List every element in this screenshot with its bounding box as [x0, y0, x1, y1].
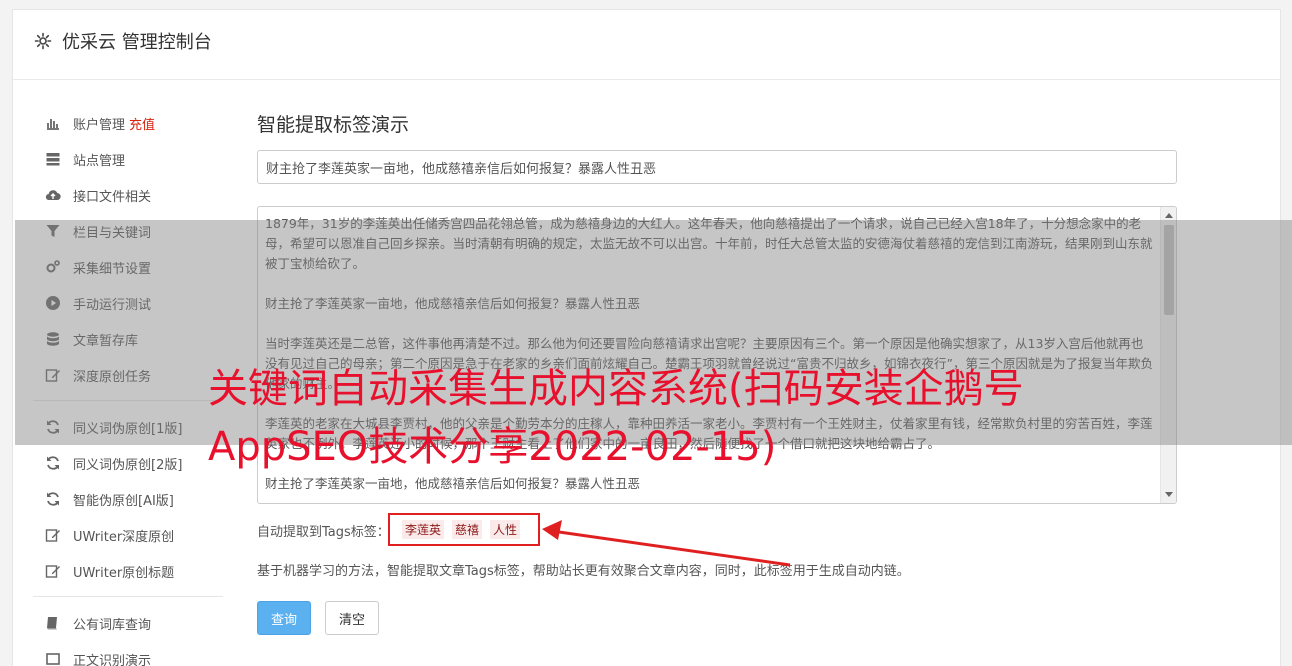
sidebar-item-ai-pseudo[interactable]: 智能伪原创[AI版]	[33, 481, 223, 517]
scroll-down-arrow-icon[interactable]	[1165, 492, 1173, 497]
scroll-up-arrow-icon[interactable]	[1165, 213, 1173, 218]
sidebar-item-label: UWriter深度原创	[73, 529, 175, 545]
book-icon	[44, 615, 62, 631]
sidebar-item-label: 公有词库查询	[73, 617, 152, 633]
section-heading: 智能提取标签演示	[257, 114, 410, 136]
feature-description: 基于机器学习的方法，智能提取文章Tags标签，帮助站长更有效聚合文章内容，同时，…	[257, 564, 910, 579]
sidebar-item-public-lexicon[interactable]: 公有词库查询	[33, 605, 223, 641]
sidebar-item-sites[interactable]: 站点管理	[33, 141, 223, 177]
tag-chip[interactable]: 李莲英	[402, 520, 445, 539]
bar-chart-icon	[44, 115, 62, 131]
main-content: 智能提取标签演示 财主抢了李莲英家一亩地，他成慈禧亲信后如何报复？暴露人性丑恶 …	[257, 110, 1177, 635]
sidebar-item-label: 同义词伪原创[2版]	[73, 457, 183, 473]
sidebar-item-label: 智能伪原创[AI版]	[73, 493, 174, 509]
edit-icon	[44, 563, 62, 579]
tags-highlight-box: 李莲英 慈禧 人性	[388, 513, 540, 546]
refresh-icon	[44, 455, 62, 471]
cloud-upload-icon	[44, 187, 62, 203]
tags-label: 自动提取到Tags标签：	[257, 524, 390, 540]
sidebar-divider	[33, 596, 223, 597]
sidebar-item-label: 接口文件相关	[73, 189, 152, 205]
clear-button[interactable]: 清空	[325, 601, 379, 635]
sidebar-item-uwriter-title[interactable]: UWriter原创标题	[33, 553, 223, 589]
sidebar-item-label: 账户管理	[73, 117, 126, 133]
sidebar-item-api-files[interactable]: 接口文件相关	[33, 177, 223, 213]
sidebar-item-synonym-v2[interactable]: 同义词伪原创[2版]	[33, 445, 223, 481]
tags-label-row: 自动提取到Tags标签：	[257, 519, 390, 541]
tag-chip[interactable]: 人性	[490, 520, 521, 539]
sidebar-item-content-recognition[interactable]: 正文识别演示	[33, 641, 223, 666]
recharge-link[interactable]: 充值	[129, 114, 155, 133]
sidebar-item-label: UWriter原创标题	[73, 565, 175, 581]
page-title: 优采云 管理控制台	[62, 32, 212, 53]
tag-chip[interactable]: 慈禧	[452, 520, 483, 539]
page-header: 优采云 管理控制台	[13, 10, 1280, 80]
server-icon	[44, 151, 62, 167]
refresh-icon	[44, 491, 62, 507]
sidebar-item-uwriter-deep[interactable]: UWriter深度原创	[33, 517, 223, 553]
title-input[interactable]: 财主抢了李莲英家一亩地，他成慈禧亲信后如何报复？暴露人性丑恶	[257, 150, 1177, 184]
sidebar-item-account[interactable]: 账户管理 充值	[33, 105, 223, 141]
watermark-text: 关键词自动采集生成内容系统(扫码安装企鹅号AppSEO技术分享2022-02-1…	[208, 366, 1024, 470]
query-button[interactable]: 查询	[257, 601, 311, 635]
gear-icon	[34, 32, 52, 50]
sidebar-item-label: 站点管理	[73, 153, 126, 169]
edit-icon	[44, 527, 62, 543]
square-icon	[44, 651, 62, 666]
sidebar-item-label: 正文识别演示	[73, 653, 152, 666]
article-paragraph: 财主抢了李莲英家一亩地，他成慈禧亲信后如何报复？暴露人性丑恶	[265, 476, 641, 491]
